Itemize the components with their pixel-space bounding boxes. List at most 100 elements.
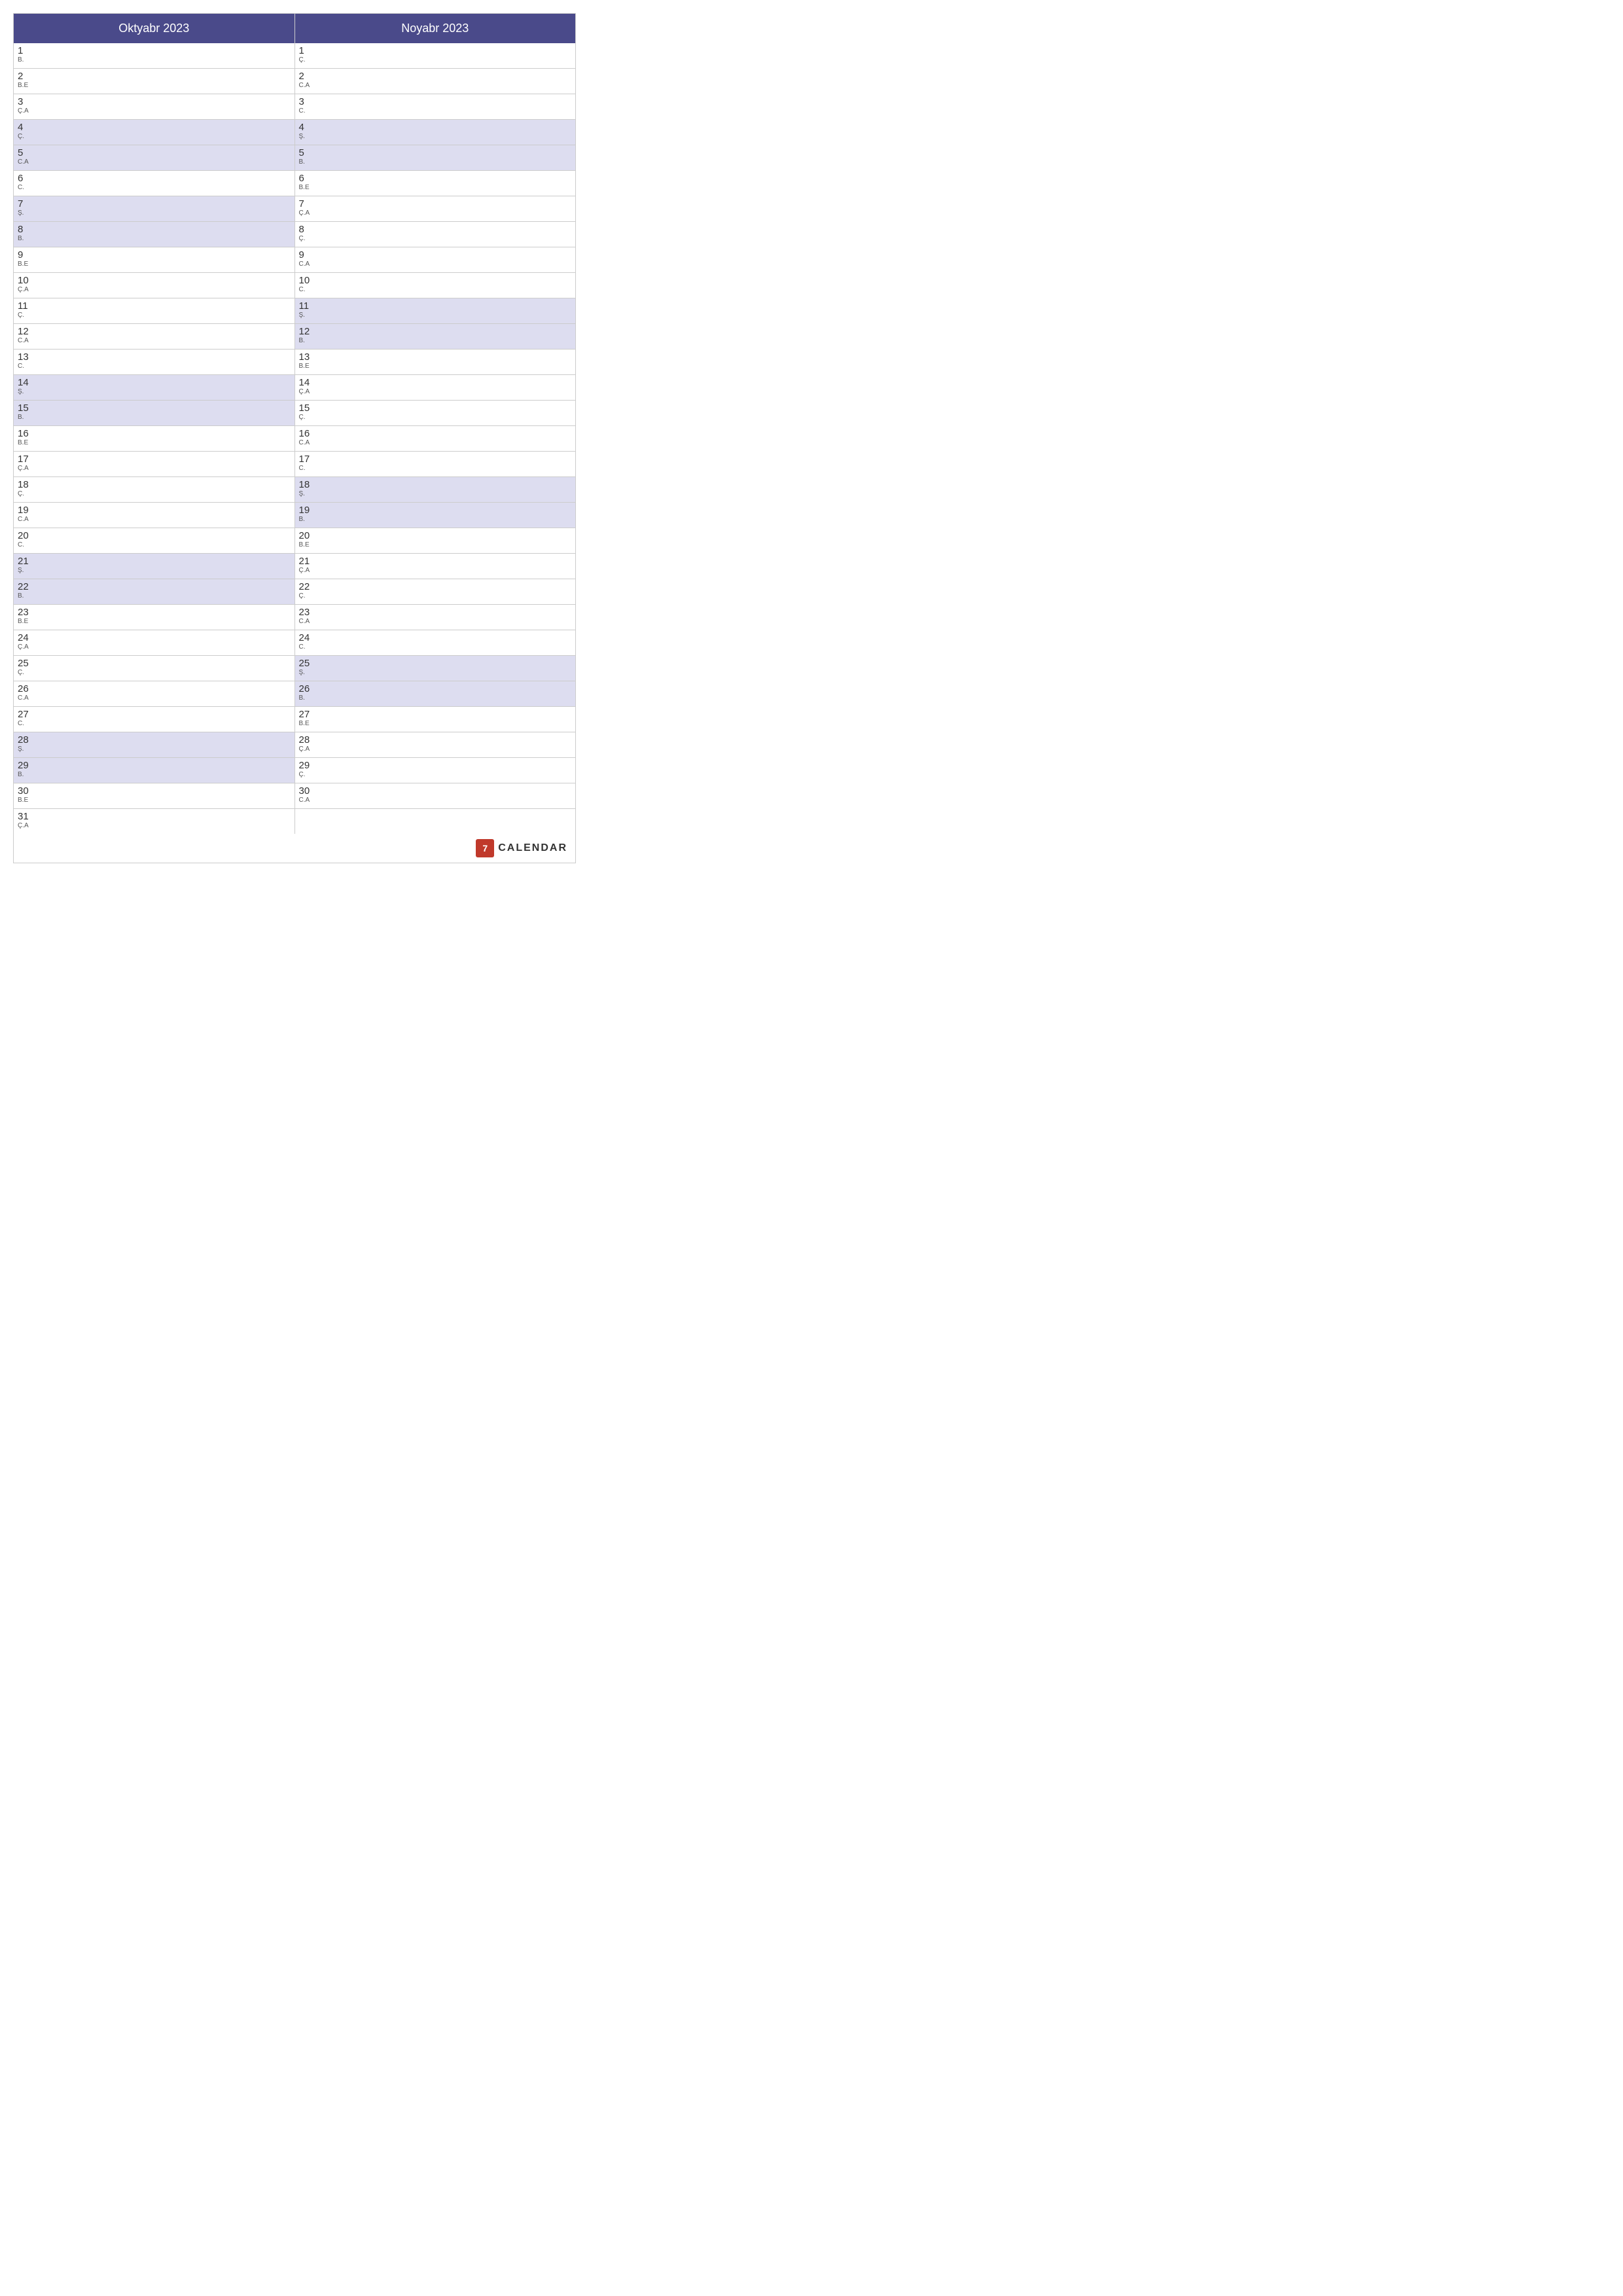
day-row: 12B.: [295, 324, 576, 350]
day-row: 18Ş.: [295, 477, 576, 503]
day-name: B.E: [299, 720, 572, 727]
day-number: 14: [299, 377, 572, 388]
day-name: C.A: [299, 797, 572, 804]
day-number: 1: [299, 45, 572, 56]
day-name: B.: [299, 694, 572, 702]
day-name: B.E: [18, 797, 291, 804]
day-number: 12: [299, 326, 572, 337]
day-cell: 26B.: [295, 681, 576, 706]
day-cell: 15B.: [14, 401, 294, 425]
day-number: 16: [299, 428, 572, 439]
day-row: 1Ç.: [295, 43, 576, 69]
day-cell: 10C.: [295, 273, 576, 298]
day-number: 8: [299, 224, 572, 235]
day-name: Ç.A: [299, 745, 572, 753]
day-row: 24Ç.A: [14, 630, 294, 656]
day-row: 10C.: [295, 273, 576, 298]
day-cell: 15Ç.: [295, 401, 576, 425]
day-name: C.: [18, 184, 291, 191]
day-number: 30: [299, 785, 572, 797]
day-name: B.E: [18, 618, 291, 625]
day-name: Ç.: [18, 490, 291, 497]
day-row: 14Ç.A: [295, 375, 576, 401]
day-name: B.: [18, 414, 291, 421]
day-row: 25Ç.: [14, 656, 294, 681]
day-cell: 1Ç.: [295, 43, 576, 68]
day-row: 26B.: [295, 681, 576, 707]
day-number: 11: [18, 300, 291, 312]
day-cell: 10Ç.A: [14, 273, 294, 298]
day-row: 25Ş.: [295, 656, 576, 681]
day-number: 18: [18, 479, 291, 490]
day-name: Ş.: [299, 312, 572, 319]
day-name: B.: [299, 516, 572, 523]
day-name: Ş.: [18, 567, 291, 574]
day-number: 10: [18, 275, 291, 286]
day-number: 4: [299, 122, 572, 133]
day-row: 26C.A: [14, 681, 294, 707]
day-cell: 5C.A: [14, 145, 294, 170]
day-cell: 5B.: [295, 145, 576, 170]
day-name: Ç.A: [18, 822, 291, 829]
day-number: 16: [18, 428, 291, 439]
day-cell: 8Ç.: [295, 222, 576, 247]
day-name: C.A: [18, 516, 291, 523]
day-name: C.A: [18, 158, 291, 166]
day-row: 21Ç.A: [295, 554, 576, 579]
day-cell: 17Ç.A: [14, 452, 294, 476]
day-row: 29Ç.: [295, 758, 576, 783]
day-row: 27B.E: [295, 707, 576, 732]
day-name: C.A: [18, 694, 291, 702]
day-cell: 14Ç.A: [295, 375, 576, 400]
day-number: 14: [18, 377, 291, 388]
day-cell: 1B.: [14, 43, 294, 68]
day-number: 9: [18, 249, 291, 260]
day-row: 6B.E: [295, 171, 576, 196]
day-row: 4Ç.: [14, 120, 294, 145]
day-number: 29: [299, 760, 572, 771]
day-row: 3Ç.A: [14, 94, 294, 120]
day-cell: 31Ç.A: [14, 809, 294, 834]
day-cell: 13B.E: [295, 350, 576, 374]
day-cell: 28Ç.A: [295, 732, 576, 757]
day-row: 28Ç.A: [295, 732, 576, 758]
day-cell: 29Ç.: [295, 758, 576, 783]
day-number: 21: [299, 556, 572, 567]
day-row: 13C.: [14, 350, 294, 375]
day-row: 12C.A: [14, 324, 294, 350]
day-name: Ç.A: [18, 643, 291, 651]
day-row: 30C.A: [295, 783, 576, 809]
day-name: B.E: [299, 184, 572, 191]
day-name: Ş.: [18, 209, 291, 217]
day-number: 3: [18, 96, 291, 107]
day-number: 2: [18, 71, 291, 82]
day-number: 12: [18, 326, 291, 337]
day-cell: 25Ş.: [295, 656, 576, 681]
day-row: 8Ç.: [295, 222, 576, 247]
day-name: Ç.A: [299, 388, 572, 395]
day-number: 6: [18, 173, 291, 184]
day-name: C.A: [299, 618, 572, 625]
day-cell: 13C.: [14, 350, 294, 374]
day-cell: 21Ç.A: [295, 554, 576, 579]
day-row: 11Ç.: [14, 298, 294, 324]
day-cell: 2C.A: [295, 69, 576, 94]
day-name: C.: [299, 107, 572, 115]
day-number: 22: [18, 581, 291, 592]
day-name: C.: [299, 286, 572, 293]
day-row: 8B.: [14, 222, 294, 247]
day-name: C.A: [299, 260, 572, 268]
day-number: 17: [18, 454, 291, 465]
day-cell: 4Ş.: [295, 120, 576, 145]
day-number: 19: [18, 505, 291, 516]
day-name: B.: [18, 771, 291, 778]
day-name: Ş.: [18, 388, 291, 395]
day-name: B.E: [18, 82, 291, 89]
day-row: 21Ş.: [14, 554, 294, 579]
october-header: Oktyabr 2023: [14, 14, 294, 43]
day-row: 20B.E: [295, 528, 576, 554]
day-number: 30: [18, 785, 291, 797]
day-number: 5: [18, 147, 291, 158]
day-name: Ç.: [299, 592, 572, 600]
day-number: 28: [18, 734, 291, 745]
